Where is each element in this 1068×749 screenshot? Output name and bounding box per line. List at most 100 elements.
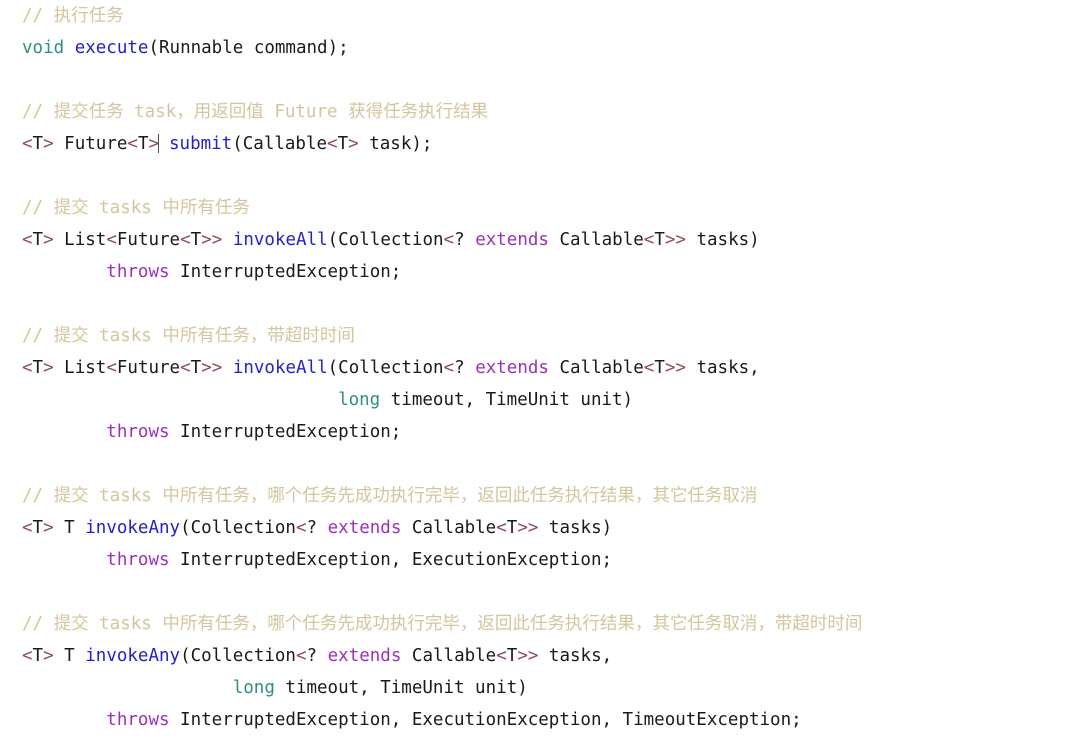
code-token-plain: ? [454,358,465,378]
code-token-plain: InterruptedException; [169,262,402,282]
code-line-blank[interactable] [0,288,1068,320]
code-token-plain: timeout, TimeUnit unit) [274,678,528,698]
code-token-generic: < [106,358,117,378]
code-line[interactable]: void execute(Runnable command); [0,32,1068,64]
code-token-generic: >> [517,518,539,538]
code-token-plain: Callable [401,518,497,538]
code-token-plain: T [53,518,86,538]
code-token-generic: < [295,518,307,538]
code-token-throws: extends [327,518,402,538]
code-line[interactable]: // 执行任务 [0,0,1068,32]
code-token-keyword: void [22,38,65,58]
code-token-comment: // 提交任务 task，用返回值 Future 获得任务执行结果 [22,102,489,122]
code-line[interactable]: // 提交任务 task，用返回值 Future 获得任务执行结果 [0,96,1068,128]
code-line[interactable]: // 提交 tasks 中所有任务，带超时时间 [0,320,1068,352]
code-token-plain: ? [306,518,318,538]
code-token-generic: < [643,230,655,250]
code-lines-container[interactable]: // 执行任务 void execute(Runnable command); /… [0,0,1068,736]
code-token-generic: < [180,230,191,250]
code-token-plain: T [654,230,665,250]
code-line[interactable]: <T> List<Future<T>> invokeAll(Collection… [0,352,1068,384]
code-line[interactable]: <T> List<Future<T>> invokeAll(Collection… [0,224,1068,256]
code-token-plain: T [337,134,349,154]
code-token-plain: List [53,358,107,378]
code-line[interactable]: throws InterruptedException, ExecutionEx… [0,704,1068,736]
code-line-blank[interactable] [0,64,1068,96]
code-token-method: invokeAny [85,518,181,538]
code-token-plain: tasks, [685,358,760,378]
code-token-comment: // 提交 tasks 中所有任务，哪个任务先成功执行完毕，返回此任务执行结果，… [22,486,758,506]
code-token-plain: InterruptedException; [169,422,402,442]
code-token-generic: < [496,518,507,538]
code-token-throws: extends [475,230,549,250]
code-token-throws: extends [475,358,549,378]
code-token-plain: T [32,358,44,378]
code-token-generic: < [327,134,338,154]
code-token-plain: (Runnable command); [148,38,349,58]
code-line[interactable]: throws InterruptedException, ExecutionEx… [0,544,1068,576]
code-token-plain: task); [358,134,433,154]
code-token-method: invokeAll [232,358,328,378]
code-token-comment: // 提交 tasks 中所有任务，哪个任务先成功执行完毕，返回此任务执行结果，… [22,614,863,634]
code-token-throws: throws [106,262,170,282]
code-token-plain: InterruptedException, ExecutionException… [169,550,613,570]
code-token-keyword: long [232,678,275,698]
code-token-generic: < [22,358,33,378]
code-token-method: submit [169,134,233,154]
code-token-method: invokeAll [232,230,328,250]
code-token-plain: T [506,518,518,538]
code-editor[interactable]: // 执行任务 void execute(Runnable command); /… [0,0,1068,749]
code-token-plain: T [137,134,149,154]
code-token-generic: < [443,230,455,250]
code-line[interactable]: // 提交 tasks 中所有任务，哪个任务先成功执行完毕，返回此任务执行结果，… [0,608,1068,640]
code-token-generic: >> [201,358,223,378]
code-token-plain: Future [116,230,181,250]
code-token-plain: T [32,518,44,538]
code-token-generic: < [443,358,455,378]
code-token-plain: tasks, [538,646,613,666]
code-line[interactable]: // 提交 tasks 中所有任务，哪个任务先成功执行完毕，返回此任务执行结果，… [0,480,1068,512]
code-token-plain: Future [53,134,128,154]
code-token-plain: T [32,646,44,666]
code-token-generic: < [496,646,507,666]
code-token-plain: (Collection [180,518,296,538]
code-token-generic: < [22,134,33,154]
code-line[interactable]: throws InterruptedException; [0,256,1068,288]
code-token-method: execute [74,38,149,58]
code-line-blank[interactable] [0,160,1068,192]
code-token-plain: InterruptedException, ExecutionException… [169,710,802,730]
code-token-plain: T [32,230,44,250]
code-token-generic: > [43,518,54,538]
code-line-blank[interactable] [0,576,1068,608]
code-token-plain: T [32,134,44,154]
code-line[interactable]: <T> Future<T> submit(Callable<T> task); [0,128,1068,160]
code-line[interactable]: <T> T invokeAny(Collection<? extends Cal… [0,640,1068,672]
code-token-plain: ? [454,230,465,250]
code-token-generic: >> [664,230,686,250]
code-line[interactable]: throws InterruptedException; [0,416,1068,448]
code-line[interactable]: long timeout, TimeUnit unit) [0,384,1068,416]
code-line[interactable]: <T> T invokeAny(Collection<? extends Cal… [0,512,1068,544]
code-line-blank[interactable] [0,448,1068,480]
code-token-throws: throws [106,710,170,730]
code-token-generic: >> [517,646,539,666]
code-token-plain: (Callable [232,134,328,154]
code-line[interactable]: long timeout, TimeUnit unit) [0,672,1068,704]
code-token-comment: // 执行任务 [22,6,124,26]
code-token-plain: List [53,230,107,250]
code-token-generic: > [43,134,54,154]
code-token-generic: > [348,134,359,154]
code-token-throws: throws [106,550,170,570]
code-line[interactable]: // 提交 tasks 中所有任务 [0,192,1068,224]
